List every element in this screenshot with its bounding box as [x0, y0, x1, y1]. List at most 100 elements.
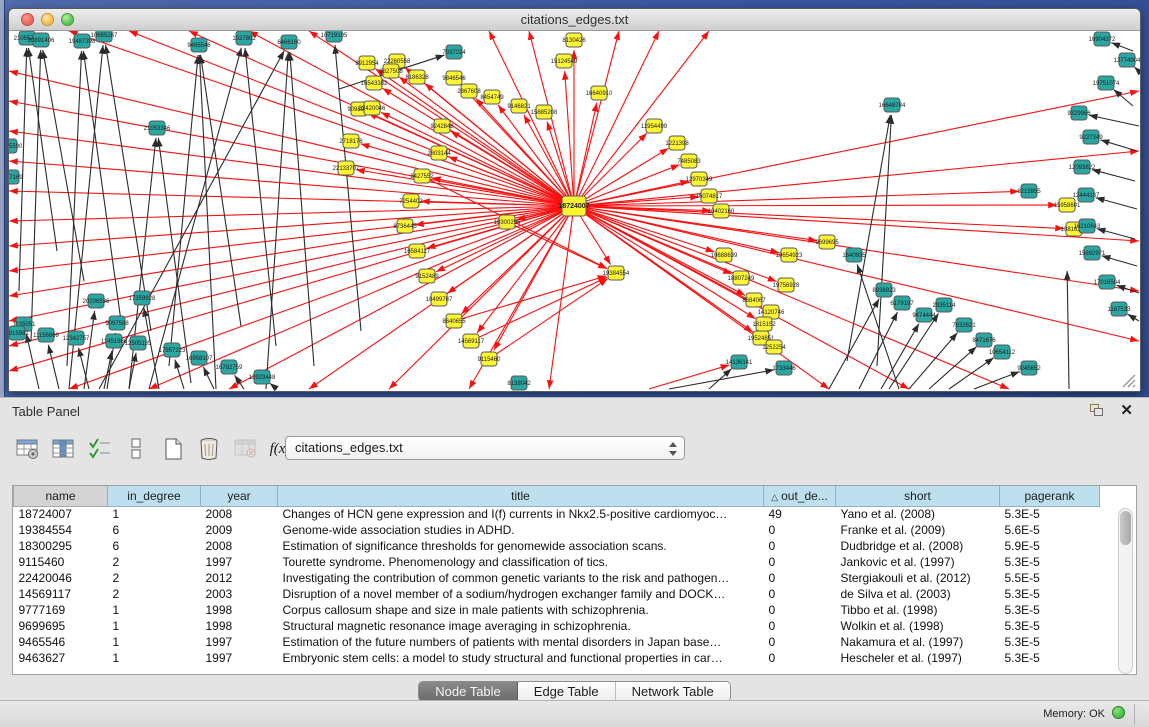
graph-edge[interactable] — [48, 345, 59, 389]
table-cell[interactable]: 6 — [108, 538, 201, 554]
table-cell[interactable]: Disruption of a novel member of a sodium… — [278, 586, 764, 602]
table-cell[interactable]: 2012 — [201, 570, 278, 586]
graph-node[interactable]: 9097588 — [105, 316, 129, 330]
table-cell[interactable]: 14569117 — [14, 586, 108, 602]
table-cell[interactable]: Jankovic et al. (1997) — [836, 554, 1000, 570]
table-cell[interactable]: Yano et al. (2008) — [836, 506, 1000, 522]
graph-node[interactable]: 8912954 — [355, 56, 379, 70]
graph-node[interactable]: 8138042 — [507, 376, 531, 390]
graph-node[interactable]: 20206536 — [83, 294, 110, 308]
table-cell[interactable]: 9115460 — [14, 554, 108, 570]
table-row[interactable]: 969969511998Structural magnetic resonanc… — [14, 618, 1100, 634]
row-height-icon[interactable] — [122, 434, 150, 464]
graph-node[interactable]: 22133707 — [333, 161, 360, 175]
table-cell[interactable]: 0 — [764, 618, 836, 634]
table-cell[interactable]: 22420046 — [14, 570, 108, 586]
table-cell[interactable]: 1 — [108, 506, 201, 522]
graph-node[interactable]: 1252254 — [762, 340, 786, 354]
graph-node[interactable]: 16584117 — [404, 244, 431, 258]
table-cell[interactable]: 6 — [108, 522, 201, 538]
graph-node[interactable]: 6466160 — [277, 35, 301, 49]
graph-node[interactable]: 10499787 — [426, 292, 453, 306]
table-row[interactable]: 977716911998Corpus callosum shape and si… — [14, 602, 1100, 618]
graph-node[interactable]: 7832621 — [952, 318, 976, 332]
graph-edge[interactable] — [574, 31, 619, 206]
graph-edge[interactable] — [1111, 43, 1133, 51]
table-row[interactable]: 1872400712008Changes of HCN gene express… — [14, 506, 1100, 522]
select-all-icon[interactable] — [86, 434, 114, 464]
zoom-window-icon[interactable] — [61, 13, 74, 26]
table-cell[interactable]: 5.5E-5 — [1000, 570, 1100, 586]
resize-grip-icon[interactable] — [1123, 375, 1135, 387]
graph-edge[interactable] — [9, 206, 574, 221]
graph-node[interactable]: 9777169 — [9, 170, 23, 184]
table-row[interactable]: 1938455462009Genome-wide association stu… — [14, 522, 1100, 538]
graph-edge[interactable] — [471, 277, 607, 341]
graph-node[interactable]: 12444137 — [1073, 188, 1100, 202]
graph-node[interactable]: 1640935 — [842, 248, 866, 262]
graph-edge[interactable] — [669, 370, 774, 389]
graph-node[interactable]: 7937224 — [442, 45, 466, 59]
column-header-pagerank[interactable]: pagerank — [1000, 486, 1100, 506]
graph-node[interactable]: 7485083 — [677, 154, 701, 168]
graph-edge[interactable] — [149, 206, 574, 389]
table-cell[interactable]: 1 — [108, 634, 201, 650]
graph-node[interactable]: 8130426 — [562, 33, 586, 47]
graph-node[interactable]: 17016504 — [1094, 275, 1121, 289]
table-cell[interactable]: 9463627 — [14, 650, 108, 666]
table-cell[interactable]: 9699695 — [14, 618, 108, 634]
graph-edge[interactable] — [361, 144, 574, 206]
graph-edge[interactable] — [909, 333, 957, 389]
table-cell[interactable]: 1 — [108, 602, 201, 618]
table-cell[interactable]: 1998 — [201, 618, 278, 634]
tab-node-table[interactable]: Node Table — [419, 682, 518, 701]
table-cell[interactable]: Changes of HCN gene expression and I(f) … — [278, 506, 764, 522]
graph-edge[interactable] — [26, 334, 39, 389]
graph-edge[interactable] — [1128, 314, 1139, 321]
table-cell[interactable]: 2008 — [201, 538, 278, 554]
table-row[interactable]: 946362711997Embryonic stem cells: a mode… — [14, 650, 1100, 666]
graph-edge[interactable] — [169, 55, 198, 366]
graph-edge[interactable] — [1102, 256, 1137, 266]
graph-node[interactable]: 19756928 — [773, 278, 800, 292]
graph-edge[interactable] — [889, 313, 939, 389]
graph-node[interactable]: 10654112 — [989, 345, 1016, 359]
table-settings-icon[interactable] — [14, 434, 42, 464]
graph-node[interactable]: 8471676 — [972, 333, 996, 347]
table-cell[interactable]: Corpus callosum shape and size in male p… — [278, 602, 764, 618]
graph-edge[interactable] — [1089, 115, 1139, 126]
graph-node[interactable]: 9329966 — [1067, 106, 1091, 120]
table-cell[interactable]: 1 — [108, 618, 201, 634]
graph-node[interactable]: 8186328 — [405, 70, 429, 84]
graph-node[interactable]: 9699695 — [815, 235, 839, 249]
graph-edge[interactable] — [203, 367, 214, 389]
graph-edge[interactable] — [149, 48, 241, 389]
table-cell[interactable]: 2 — [108, 554, 201, 570]
column-header-title[interactable]: title — [278, 486, 764, 506]
graph-node[interactable]: 7254402 — [399, 194, 423, 208]
close-panel-icon[interactable]: ✕ — [1120, 401, 1133, 419]
graph-node[interactable]: 15692971 — [1079, 246, 1106, 260]
graph-edge[interactable] — [19, 48, 27, 291]
column-header-out-degree[interactable]: △out_de... — [764, 486, 836, 506]
close-window-icon[interactable] — [21, 13, 34, 26]
table-cell[interactable]: 0 — [764, 602, 836, 618]
graph-node[interactable]: 6179197 — [890, 296, 914, 310]
graph-edge[interactable] — [574, 91, 1139, 206]
table-cell[interactable]: 2008 — [201, 506, 278, 522]
graph-edge[interactable] — [574, 205, 1057, 206]
graph-node[interactable]: 2718176 — [339, 134, 363, 148]
table-cell[interactable]: Tourette syndrome. Phenomenology and cla… — [278, 554, 764, 570]
table-cell[interactable]: de Silva et al. (2003) — [836, 586, 1000, 602]
table-cell[interactable]: Structural magnetic resonance image aver… — [278, 618, 764, 634]
graph-edge[interactable] — [69, 31, 574, 206]
graph-edge[interactable] — [1067, 271, 1069, 389]
graph-edge[interactable] — [266, 52, 288, 389]
table-cell[interactable]: 2 — [108, 586, 201, 602]
graph-node[interactable]: 14136141 — [726, 355, 753, 369]
table-cell[interactable]: 0 — [764, 570, 836, 586]
graph-node[interactable]: 20605590 — [9, 139, 23, 153]
table-cell[interactable]: Wolkin et al. (1998) — [836, 618, 1000, 634]
table-cell[interactable]: 5.3E-5 — [1000, 634, 1100, 650]
table-scrollbar[interactable] — [1118, 508, 1133, 674]
